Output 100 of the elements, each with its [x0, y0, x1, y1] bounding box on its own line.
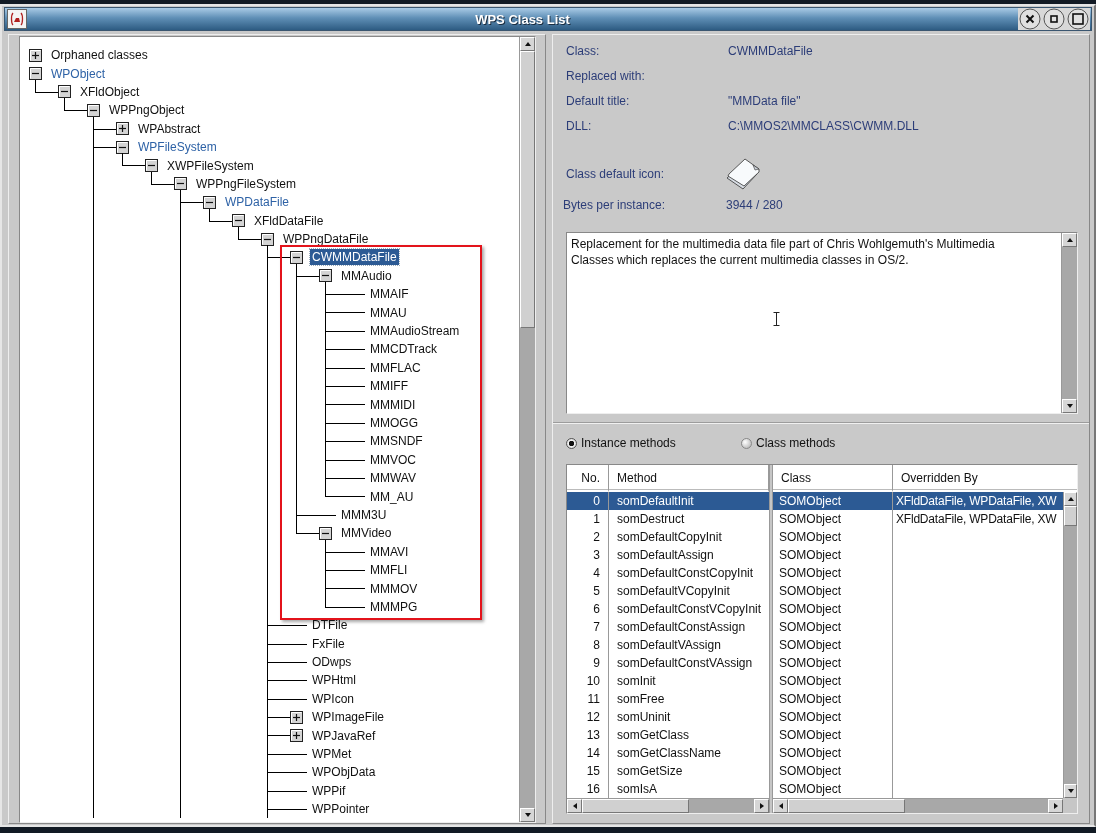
- horizontal-scrollbar[interactable]: [567, 798, 769, 813]
- tree-item[interactable]: WPFileSystem: [136, 139, 219, 156]
- expand-button[interactable]: [290, 710, 303, 724]
- collapse-button[interactable]: [174, 177, 187, 191]
- table-cell: SOMObject: [773, 744, 893, 762]
- tree-item[interactable]: XFldObject: [78, 83, 142, 100]
- field-label: Class default icon:: [566, 166, 666, 183]
- tree-item[interactable]: MMMPG: [368, 598, 420, 615]
- maximize-button[interactable]: [1067, 8, 1089, 30]
- table-cell: SOMObject: [773, 672, 893, 690]
- field-value: 3944 / 280: [726, 197, 784, 214]
- collapse-button[interactable]: [261, 232, 274, 246]
- tree-item[interactable]: MMAIF: [368, 286, 411, 303]
- tree-item[interactable]: WPImageFile: [310, 709, 387, 726]
- scroll-thumb[interactable]: [520, 51, 535, 328]
- tree-item[interactable]: WPPointer: [310, 801, 372, 818]
- expand-button[interactable]: [116, 122, 129, 136]
- collapse-button[interactable]: [290, 251, 303, 264]
- collapse-button[interactable]: [87, 103, 100, 117]
- tree-item[interactable]: WPDataFile: [223, 194, 291, 211]
- scroll-right-button[interactable]: [1048, 799, 1063, 813]
- table-cell: 12: [567, 708, 609, 726]
- vertical-scrollbar[interactable]: [1061, 233, 1077, 413]
- tree-item[interactable]: MMAudio: [339, 267, 394, 284]
- collapse-button[interactable]: [145, 159, 158, 173]
- collapse-button[interactable]: [29, 67, 42, 81]
- scroll-thumb[interactable]: [1064, 506, 1077, 526]
- close-button[interactable]: [1019, 8, 1041, 30]
- field-label: Replaced with:: [566, 67, 646, 85]
- expand-button[interactable]: [290, 729, 303, 743]
- tree-item[interactable]: MMAU: [368, 304, 409, 321]
- tree-item[interactable]: XFldDataFile: [252, 212, 326, 229]
- horizontal-scrollbar[interactable]: [773, 798, 1063, 813]
- tree-item[interactable]: ODwps: [310, 654, 354, 671]
- table-cell: SOMObject: [773, 762, 893, 780]
- tree-item[interactable]: MMFLAC: [368, 359, 423, 376]
- tree-item[interactable]: FxFile: [310, 635, 347, 652]
- scroll-down-button[interactable]: [1064, 784, 1077, 798]
- tree-item[interactable]: MMMIDI: [368, 396, 418, 413]
- radio-label[interactable]: Class methods: [756, 436, 836, 450]
- tree-item[interactable]: WPJavaRef: [310, 727, 378, 744]
- tree-item[interactable]: MMOGG: [368, 415, 420, 431]
- tree-item[interactable]: Orphaned classes: [49, 47, 150, 64]
- tree-item[interactable]: MMFLI: [368, 562, 410, 579]
- table-cell: somDefaultInit: [609, 492, 769, 510]
- scroll-right-button[interactable]: [754, 799, 769, 813]
- scroll-left-button[interactable]: [567, 799, 582, 813]
- tree-item[interactable]: MMAVI: [368, 543, 411, 560]
- tree-item[interactable]: DTFile: [310, 617, 350, 634]
- text-cursor-icon: [773, 312, 780, 326]
- scroll-left-button[interactable]: [773, 799, 788, 813]
- tree-item[interactable]: WPPngFileSystem: [194, 175, 299, 192]
- tree-item[interactable]: WPPngObject: [107, 102, 187, 119]
- tree-item[interactable]: WPObjData: [310, 764, 378, 781]
- table-cell: 10: [567, 672, 609, 690]
- scroll-down-button[interactable]: [520, 808, 535, 822]
- scroll-down-button[interactable]: [1062, 399, 1077, 413]
- tree-item[interactable]: WPPif: [310, 782, 348, 799]
- radio-button[interactable]: [741, 437, 752, 449]
- scroll-thumb[interactable]: [788, 799, 905, 813]
- tree-item[interactable]: MM_AU: [368, 488, 416, 505]
- tree-item[interactable]: WPHtml: [310, 672, 358, 689]
- tree-item[interactable]: XWPFileSystem: [165, 157, 256, 174]
- minimize-button[interactable]: [1043, 8, 1065, 30]
- tree-item[interactable]: WPAbstract: [136, 120, 203, 137]
- table-cell: 11: [567, 690, 609, 708]
- tree-item[interactable]: MMCDTrack: [368, 341, 439, 358]
- radio-button[interactable]: [566, 437, 577, 449]
- collapse-button[interactable]: [116, 140, 129, 154]
- tree-item[interactable]: MMMOV: [368, 580, 420, 597]
- tree-item[interactable]: WPIcon: [310, 690, 356, 707]
- tree-item[interactable]: MMSNDF: [368, 433, 425, 450]
- tree-item[interactable]: MMVOC: [368, 451, 418, 468]
- vertical-scrollbar[interactable]: [1063, 492, 1077, 798]
- tree-item[interactable]: MMM3U: [339, 506, 389, 523]
- scroll-up-button[interactable]: [520, 37, 535, 51]
- tree-item[interactable]: MMAudioStream: [368, 323, 462, 340]
- tree-item[interactable]: CWMMDataFile: [310, 249, 399, 266]
- description-box[interactable]: Replacement for the multimedia data file part of Chris Wohlgemuth's Multimedia Classes which replaces the current multimedia classes in OS/2.: [566, 232, 1078, 414]
- vertical-scrollbar[interactable]: [519, 37, 535, 822]
- collapse-button[interactable]: [203, 195, 216, 209]
- scroll-up-button[interactable]: [1064, 492, 1077, 506]
- collapse-button[interactable]: [319, 269, 332, 283]
- collapse-button[interactable]: [319, 526, 332, 540]
- scroll-up-button[interactable]: [1062, 233, 1077, 247]
- tree-item[interactable]: WPObject: [49, 65, 107, 82]
- tree-item[interactable]: WPMet: [310, 746, 354, 763]
- expand-button[interactable]: [29, 48, 42, 62]
- tree-item[interactable]: MMVideo: [339, 525, 394, 542]
- collapse-button[interactable]: [232, 214, 245, 228]
- tree-item[interactable]: MMWAV: [368, 470, 418, 487]
- tree-item[interactable]: WPPngDataFile: [281, 231, 371, 248]
- table-cell-text: somInit: [616, 673, 657, 690]
- tree-item[interactable]: MMIFF: [368, 378, 410, 395]
- table-cell-text: XFldDataFile, WPDataFile, XW: [895, 511, 1058, 528]
- collapse-button[interactable]: [58, 85, 71, 99]
- window-menu-icon[interactable]: [7, 9, 27, 29]
- radio-label[interactable]: Instance methods: [581, 436, 676, 450]
- table-cell: XFldDataFile, WPDataFile, XW: [893, 492, 1063, 510]
- scroll-thumb[interactable]: [582, 799, 689, 813]
